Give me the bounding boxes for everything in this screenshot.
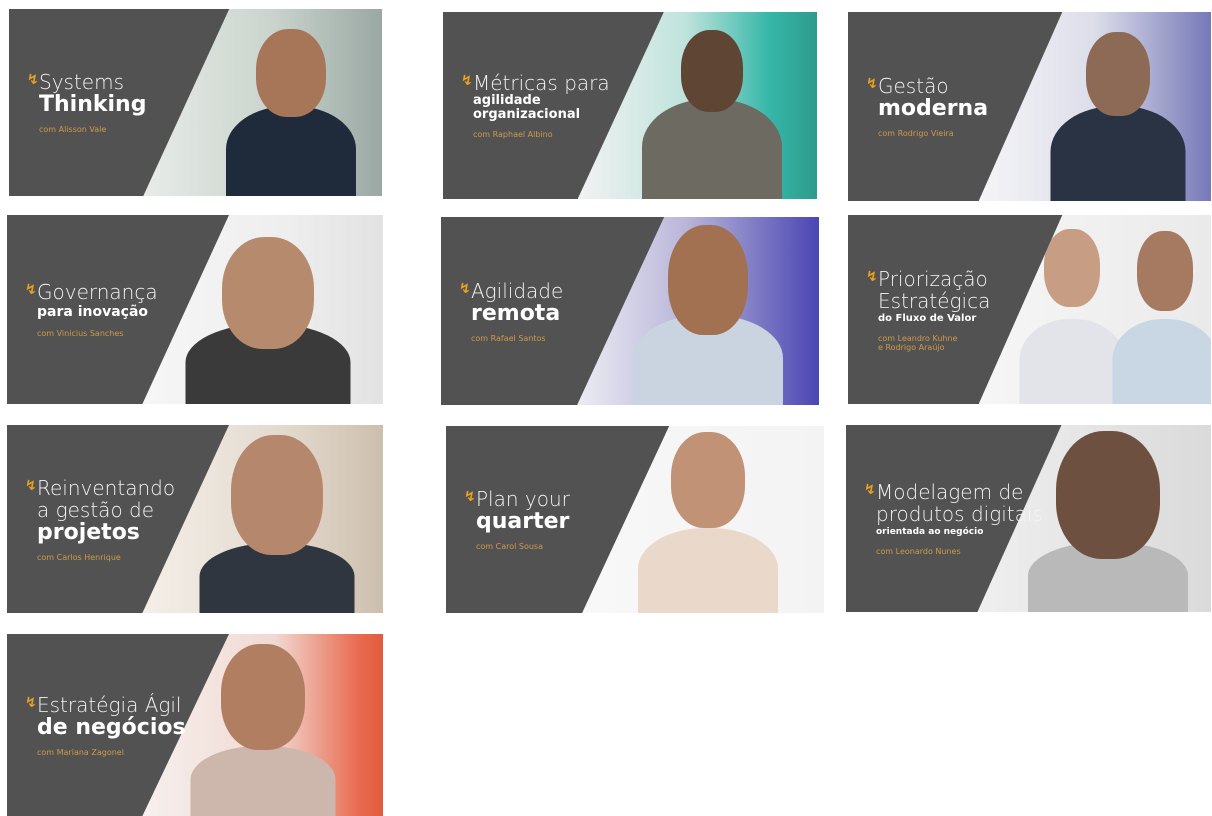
course-card-systems-thinking[interactable]: ↯ Systems Thinking com Alisson Vale — [9, 9, 382, 196]
card-text: ↯ Métricas para agilidade organizacional … — [461, 12, 651, 199]
course-title-line2: agilidade organizacional — [473, 93, 581, 122]
card-text: ↯ Reinventando a gestão de projetos com C… — [25, 425, 215, 613]
course-title-line1: ↯ Priorização Estratégica — [866, 266, 991, 313]
card-text: ↯ Agilidade remota com Rafael Santos — [459, 217, 649, 405]
course-title-line2: do Fluxo de Valor — [878, 312, 977, 324]
brand-logo-icon: ↯ — [461, 73, 473, 89]
course-card-estrategia-agil[interactable]: ↯ Estratégia Ágil de negócios com Mariana… — [7, 634, 383, 816]
course-author: com Carlos Henrique — [37, 552, 121, 562]
brand-logo-icon: ↯ — [25, 282, 37, 298]
course-title-line2: Thinking — [39, 92, 147, 117]
course-card-governanca[interactable]: ↯ Governança para inovação com Vinicius S… — [7, 215, 383, 404]
card-text: ↯ Priorização Estratégica do Fluxo de Val… — [866, 215, 1056, 404]
brand-logo-icon: ↯ — [464, 489, 476, 505]
course-title-line2: remota — [471, 300, 561, 326]
course-title-line1: ↯ Systems — [27, 70, 124, 94]
person-silhouette-right — [1110, 215, 1211, 404]
card-text: ↯ Gestão moderna com Rodrigo Vieira — [866, 12, 1056, 201]
person-silhouette — [628, 217, 788, 405]
course-card-gestao-moderna[interactable]: ↯ Gestão moderna com Rodrigo Vieira — [848, 12, 1211, 201]
course-author: com Leonardo Nunes — [876, 547, 961, 556]
person-silhouette — [197, 425, 357, 613]
course-title-line1: ↯ Agilidade — [459, 278, 564, 303]
course-title-line1: ↯ Reinventando a gestão de — [25, 475, 176, 522]
course-title-line1: ↯ Estratégia Ágil — [25, 692, 182, 717]
card-text: ↯ Modelagem de produtos digitais orientad… — [864, 425, 1054, 612]
brand-logo-icon: ↯ — [866, 76, 878, 92]
card-text: ↯ Systems Thinking com Alisson Vale — [27, 9, 217, 196]
card-text: ↯ Governança para inovação com Vinicius S… — [25, 215, 215, 404]
person-silhouette — [633, 426, 783, 613]
brand-logo-icon: ↯ — [866, 268, 878, 285]
course-card-modelagem[interactable]: ↯ Modelagem de produtos digitais orientad… — [846, 425, 1211, 612]
course-author: com Vinicius Sanches — [37, 329, 124, 338]
course-card-priorizacao[interactable]: ↯ Priorização Estratégica do Fluxo de Val… — [848, 215, 1211, 404]
person-silhouette — [1048, 12, 1188, 201]
course-author: com Mariana Zagonel — [37, 747, 124, 757]
course-title-line2: orientada ao negócio — [876, 527, 984, 537]
brand-logo-icon: ↯ — [27, 72, 39, 88]
course-card-reinventando[interactable]: ↯ Reinventando a gestão de projetos com C… — [7, 425, 383, 613]
course-title-line2: quarter — [476, 509, 570, 534]
brand-logo-icon: ↯ — [459, 280, 471, 297]
course-title-line1: ↯ Plan your — [464, 487, 570, 511]
course-author: com Leandro Kuhne e Rodrigo Araújo — [878, 333, 958, 352]
course-author: com Rodrigo Vieira — [878, 129, 954, 138]
person-silhouette — [221, 9, 361, 196]
brand-logo-icon: ↯ — [864, 482, 876, 498]
course-title-line1: ↯ Governança — [25, 280, 158, 304]
brand-logo-icon: ↯ — [25, 477, 37, 494]
card-text: ↯ Estratégia Ágil de negócios com Mariana… — [25, 634, 215, 816]
course-title-line2: para inovação — [37, 304, 149, 320]
course-author: com Raphael Albino — [473, 130, 553, 139]
course-title-line2: de negócios — [37, 714, 186, 740]
course-author: com Alisson Vale — [39, 125, 107, 134]
person-silhouette — [637, 12, 787, 199]
course-title-line2: projetos — [37, 519, 140, 545]
card-text: ↯ Plan your quarter com Carol Sousa — [464, 426, 654, 613]
course-title-line1: ↯ Gestão — [866, 74, 949, 98]
course-title-line1: ↯ Métricas para — [461, 71, 610, 95]
brand-logo-icon: ↯ — [25, 694, 37, 711]
course-card-agilidade-remota[interactable]: ↯ Agilidade remota com Rafael Santos — [441, 217, 819, 405]
course-card-metricas[interactable]: ↯ Métricas para agilidade organizacional … — [443, 12, 817, 199]
course-author: com Rafael Santos — [471, 333, 546, 343]
course-author: com Carol Sousa — [476, 542, 544, 551]
course-title-line2: moderna — [878, 96, 989, 121]
course-title-line1: ↯ Modelagem de produtos digitais — [864, 480, 1043, 526]
course-card-plan-your-quarter[interactable]: ↯ Plan your quarter com Carol Sousa — [446, 426, 824, 613]
